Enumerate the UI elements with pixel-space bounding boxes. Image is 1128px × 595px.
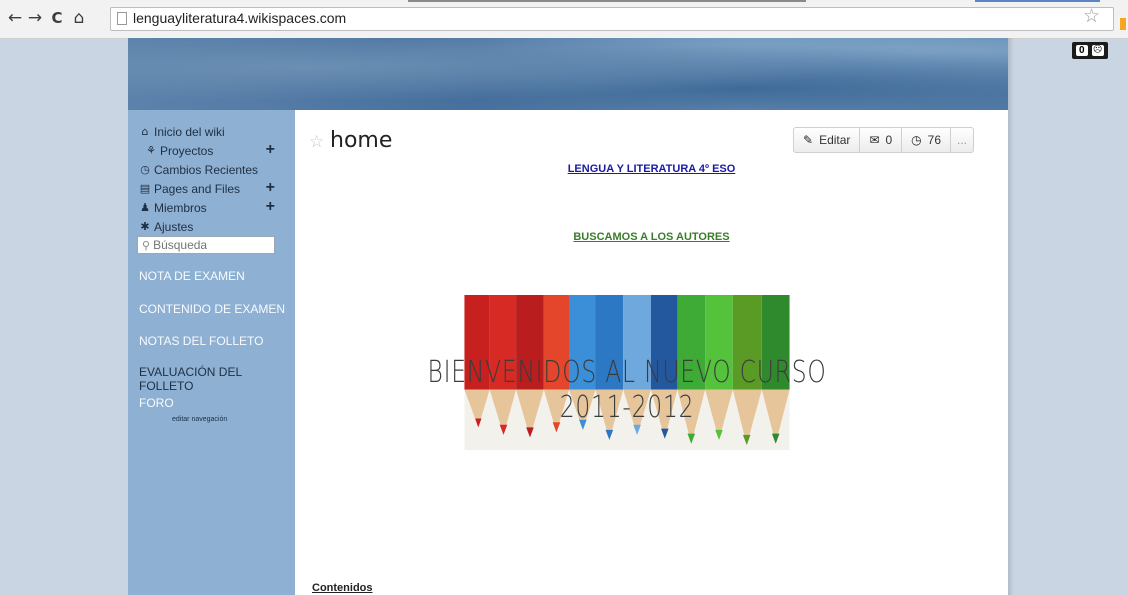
main-content: ☆ home ✎ Editar ✉ 0 ◷ 76 ... LENGUA Y LI… [295, 110, 1008, 595]
search-input[interactable] [153, 238, 264, 252]
sidebar-item-label: Inicio del wiki [154, 124, 225, 139]
add-member-button[interactable]: + [266, 199, 275, 215]
sidebar-link-notas-folleto[interactable]: NOTAS DEL FOLLETO [139, 334, 263, 348]
smiley-icon: ☹ [1091, 45, 1104, 56]
tab-strip-line-active [975, 0, 1100, 2]
sidebar-item-label: Cambios Recientes [154, 162, 259, 177]
sidebar-item-settings[interactable]: ✱ Ajustes [139, 217, 289, 236]
sidebar-item-label: Proyectos [160, 143, 214, 158]
user-icon: ♟ [140, 201, 150, 214]
home-icon: ⌂ [141, 125, 149, 138]
edit-button[interactable]: ✎ Editar [793, 127, 861, 153]
comments-button[interactable]: ✉ 0 [860, 127, 903, 153]
menu-icon[interactable] [1120, 18, 1126, 30]
sidebar-link-nota-examen[interactable]: NOTA DE EXAMEN [139, 269, 245, 283]
gear-icon: ✱ [140, 220, 150, 233]
wiki-header-banner [128, 38, 1008, 110]
sidebar: ⌂ Inicio del wiki ⚘ Proyectos + ◷ Cambio… [128, 110, 295, 595]
clock-icon: ◷ [140, 163, 150, 176]
search-box[interactable]: ⚲ [137, 236, 275, 254]
page-icon [117, 12, 127, 25]
sidebar-item-members[interactable]: ♟ Miembros + [139, 198, 289, 217]
page-shadow [1008, 38, 1014, 595]
history-button[interactable]: ◷ 76 [902, 127, 952, 153]
contents-heading: Contenidos [312, 582, 373, 594]
extension-count: 0 [1076, 45, 1088, 56]
tab-strip-line [408, 0, 806, 2]
history-clock-icon: ◷ [911, 133, 922, 147]
search-icon: ⚲ [142, 238, 151, 252]
pencil-icon: ✎ [803, 133, 814, 147]
edit-button-label: Editar [819, 133, 851, 147]
sidebar-item-projects[interactable]: ⚘ Proyectos + [139, 141, 289, 160]
history-count: 76 [927, 133, 942, 147]
welcome-banner-image: BIENVENIDOS AL NUEVO CURSO 2011-2012 [369, 295, 885, 541]
bookmark-star-icon[interactable]: ☆ [1083, 5, 1100, 27]
forward-icon[interactable]: → [26, 9, 44, 27]
sidebar-link-evaluacion-folleto[interactable]: EVALUACIÓN DEL FOLLETO [139, 365, 295, 393]
address-bar[interactable]: lenguayliteratura4.wikispaces.com [110, 7, 1114, 31]
sitemap-icon: ⚘ [146, 144, 156, 157]
sidebar-item-recent-changes[interactable]: ◷ Cambios Recientes [139, 160, 289, 179]
reload-icon[interactable]: C [48, 9, 66, 27]
url-text[interactable]: lenguayliteratura4.wikispaces.com [133, 10, 346, 26]
sidebar-link-foro[interactable]: FORO [139, 396, 174, 410]
add-project-button[interactable]: + [266, 142, 275, 158]
welcome-banner-text: BIENVENIDOS AL NUEVO CURSO 2011-2012 [427, 355, 827, 425]
sidebar-link-contenido-examen[interactable]: CONTENIDO DE EXAMEN [139, 302, 285, 316]
home-icon[interactable]: ⌂ [70, 9, 88, 27]
sidebar-item-label: Ajustes [154, 219, 194, 234]
sidebar-item-label: Miembros [154, 200, 207, 215]
heading-link-autores[interactable]: BUSCAMOS A LOS AUTORES [295, 231, 1008, 243]
sidebar-item-pages-files[interactable]: ▤ Pages and Files + [139, 179, 289, 198]
browser-toolbar: ← → C ⌂ lenguayliteratura4.wikispaces.co… [0, 0, 1128, 39]
sidebar-nav: ⌂ Inicio del wiki ⚘ Proyectos + ◷ Cambio… [139, 122, 289, 236]
file-icon: ▤ [139, 182, 151, 195]
comments-count: 0 [885, 133, 893, 147]
page-actions: ✎ Editar ✉ 0 ◷ 76 ... [793, 127, 975, 153]
favorite-star-icon[interactable]: ☆ [309, 132, 324, 152]
add-page-button[interactable]: + [266, 180, 275, 196]
comments-icon: ✉ [869, 133, 880, 147]
heading-link-lengua[interactable]: LENGUA Y LITERATURA 4º ESO [295, 163, 1008, 175]
page-title: home [330, 128, 393, 153]
edit-navigation-link[interactable]: editar navegación [172, 416, 227, 423]
sidebar-item-label: Pages and Files [154, 181, 241, 196]
back-icon[interactable]: ← [6, 9, 24, 27]
extension-badge[interactable]: 0 ☹ [1072, 42, 1108, 59]
sidebar-item-home[interactable]: ⌂ Inicio del wiki [139, 122, 289, 141]
more-button[interactable]: ... [951, 127, 975, 153]
